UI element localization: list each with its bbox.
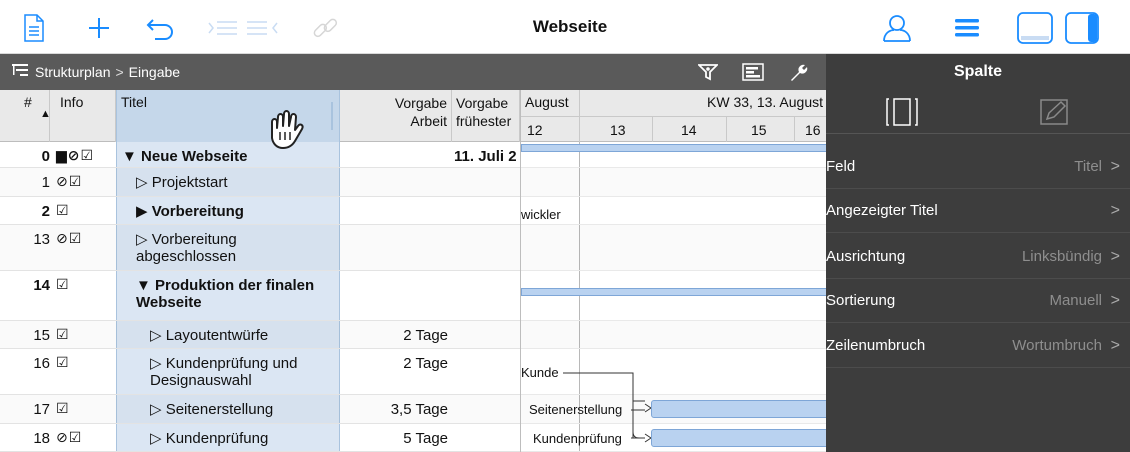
row-info-icons: ⊘☑ [56, 173, 83, 189]
outline-table: # ▲ Info Titel Vorgabe Arbeit Vorgabe fr… [0, 90, 520, 452]
toolbar: Webseite [0, 0, 1130, 54]
inspector-row-field[interactable]: Feld Titel > [826, 145, 1130, 189]
row-info-icons: ▆⊘☑ [56, 147, 95, 163]
gantt-label: Kundenprüfung [533, 431, 622, 446]
edit-tab-icon[interactable] [978, 90, 1130, 134]
column-header-title-label: Titel [121, 94, 147, 110]
breadcrumb-root[interactable]: Strukturplan [35, 64, 110, 80]
chevron-right-icon: > [1110, 157, 1120, 175]
menu-icon[interactable] [954, 12, 980, 44]
column-header-num[interactable]: # ▲ [0, 90, 51, 142]
breadcrumb[interactable]: Strukturplan > Eingabe [12, 54, 180, 90]
breadcrumb-current: Eingabe [128, 64, 181, 80]
row-info-icons: ⊘☑ [56, 429, 83, 445]
gantt-label: Seitenerstellung [529, 402, 623, 417]
inspector-row-alignment[interactable]: Ausrichtung Linksbündig > [826, 235, 1130, 279]
gantt-view-icon[interactable] [742, 63, 764, 86]
table-row[interactable]: 13 ⊘☑ ▷ Vorbereitung abgeschlossen [0, 225, 520, 271]
undo-icon[interactable] [144, 12, 178, 44]
table-row[interactable]: 15 ☑ ▷ Layoutentwürfe 2 Tage [0, 321, 520, 349]
document-icon[interactable] [22, 12, 46, 44]
chevron-right-icon: > [1110, 336, 1120, 354]
column-header-work[interactable]: Vorgabe Arbeit [340, 90, 452, 142]
chevron-right-icon: > [1110, 201, 1120, 219]
table-row[interactable]: 1 ⊘☑ ▷ Projektstart [0, 168, 520, 197]
gantt-task-bar[interactable] [651, 429, 826, 447]
inspector-row-line-wrap[interactable]: Zeilenumbruch Wortumbruch > [826, 324, 1130, 368]
inspector-panel: Spalte Feld Titel > Angezeigter Titel > … [826, 54, 1130, 452]
breadcrumb-separator: > [115, 64, 124, 80]
right-pane-icon[interactable] [1064, 12, 1100, 44]
document-title: Webseite [532, 17, 608, 36]
inspector-tabs [826, 90, 1130, 134]
table-row[interactable]: 2 ☑ ▶ Vorbereitung [0, 197, 520, 225]
table-row[interactable]: 14 ☑ ▼ Produktion der finalen Webseite [0, 271, 520, 321]
resources-icon[interactable] [880, 12, 914, 44]
bottom-pane-icon[interactable] [1016, 12, 1054, 44]
column-tab-icon[interactable] [826, 90, 978, 134]
chevron-right-icon: > [1110, 247, 1120, 265]
hand-cursor-icon [264, 108, 314, 157]
row-info-icons: ☑ [56, 276, 70, 292]
link-icon [308, 12, 342, 44]
inspector-row-display-title[interactable]: Angezeigter Titel > [826, 189, 1130, 233]
gantt-task-bar[interactable] [651, 400, 826, 418]
table-row[interactable]: 17 ☑ ▷ Seitenerstellung 3,5 Tage [0, 395, 520, 424]
table-row[interactable]: 18 ⊘☑ ▷ Kundenprüfung 5 Tage [0, 424, 520, 452]
row-info-icons: ☑ [56, 354, 70, 370]
indent-outdent-icon [206, 12, 282, 44]
filter-icon[interactable] [696, 63, 720, 86]
table-row[interactable]: 16 ☑ ▷ Kundenprüfung und Designauswahl 2… [0, 349, 520, 395]
row-info-icons: ☑ [56, 326, 70, 342]
row-info-icons: ☑ [56, 400, 70, 416]
column-header-earliest[interactable]: Vorgabe frühester [452, 90, 520, 142]
inspector-row-sorting[interactable]: Sortierung Manuell > [826, 279, 1130, 323]
wrench-icon[interactable] [788, 62, 810, 87]
column-header-info[interactable]: Info [50, 90, 116, 142]
inspector-title: Spalte [953, 63, 1002, 80]
chevron-right-icon: > [1110, 291, 1120, 309]
path-bar: Strukturplan > Eingabe [0, 54, 826, 90]
table-row[interactable]: 0 ▆⊘☑ ▼ Neue Webseite 11. Juli 2 [0, 142, 520, 168]
outline-icon [12, 63, 30, 82]
column-resize-handle[interactable] [331, 102, 333, 130]
row-info-icons: ⊘☑ [56, 230, 83, 246]
row-info-icons: ☑ [56, 202, 70, 218]
gantt-dependency-lines [563, 372, 652, 443]
gantt-chart: August KW 33, 13. August 12 13 14 15 16 … [520, 90, 826, 452]
add-icon[interactable] [86, 12, 112, 44]
